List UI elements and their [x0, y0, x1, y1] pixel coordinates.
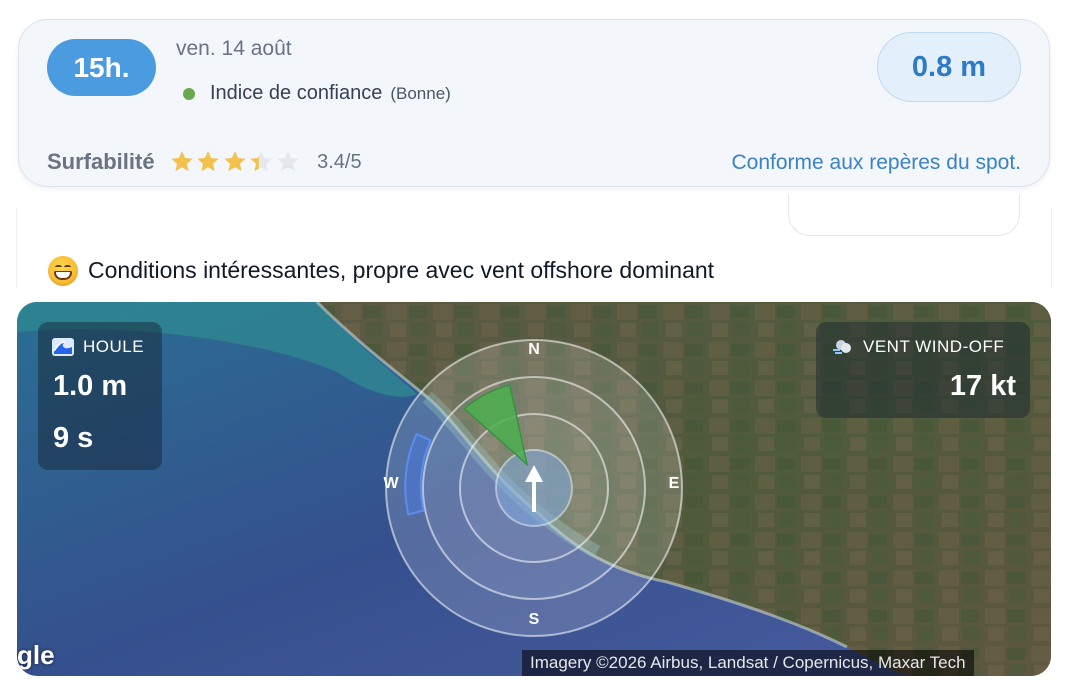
surfability-row: Surfabilité 3.4/5 — [47, 149, 362, 175]
wave-icon — [52, 338, 74, 356]
wave-height-badge: 0.8 m — [877, 32, 1021, 102]
confidence-dot-icon — [183, 87, 195, 100]
star-empty-icon — [276, 151, 299, 172]
spot-map[interactable]: N S E W HOULE 1.0 m 9 s VENT WIND-OFF 17… — [17, 302, 1051, 676]
wind-header: VENT WIND-OFF — [832, 337, 1004, 357]
forecast-card: 15h. ven. 14 août Indice de confiance (B… — [18, 19, 1050, 187]
compass-south: S — [529, 611, 540, 628]
conditions-message: Conditions intéressantes, propre avec ve… — [88, 257, 715, 283]
star-full-icon — [223, 151, 246, 172]
conformity-link[interactable]: Conforme aux repères du spot. — [732, 151, 1022, 175]
confidence-indicator: Indice de confiance (Bonne) — [183, 82, 451, 105]
conditions-strip: Conditions intéressantes, propre avec ve… — [16, 194, 1052, 288]
grinning-face-icon — [48, 256, 78, 286]
star-full-icon — [197, 151, 219, 172]
star-rating — [169, 149, 302, 175]
compass-east: E — [669, 475, 680, 492]
wind-label: VENT WIND-OFF — [863, 337, 1005, 356]
wind-icon — [833, 340, 851, 354]
compass-north: N — [528, 341, 540, 358]
wind-panel: VENT WIND-OFF 17 kt — [816, 322, 1030, 418]
forecast-date: ven. 14 août — [176, 37, 292, 60]
wind-speed: 17 kt — [949, 370, 1016, 402]
swell-panel: HOULE 1.0 m 9 s — [38, 322, 162, 470]
confidence-value: (Bonne) — [390, 83, 451, 103]
google-logo-fragment: gle — [17, 640, 55, 670]
surfability-label: Surfabilité — [47, 149, 155, 174]
surfability-score: 3.4/5 — [317, 150, 362, 173]
swell-header: HOULE — [52, 337, 144, 357]
imagery-credit[interactable]: Imagery ©2026 Airbus, Landsat / Copernic… — [522, 650, 974, 676]
hidden-tab-edge — [788, 194, 1020, 236]
star-partial-icon — [250, 151, 272, 172]
hour-badge: 15h. — [47, 39, 156, 96]
star-full-icon — [170, 151, 193, 172]
compass-west: W — [383, 475, 399, 492]
swell-height: 1.0 m — [53, 370, 128, 402]
swell-label: HOULE — [83, 337, 145, 356]
swell-period: 9 s — [53, 422, 94, 454]
confidence-label: Indice de confiance — [210, 82, 383, 104]
